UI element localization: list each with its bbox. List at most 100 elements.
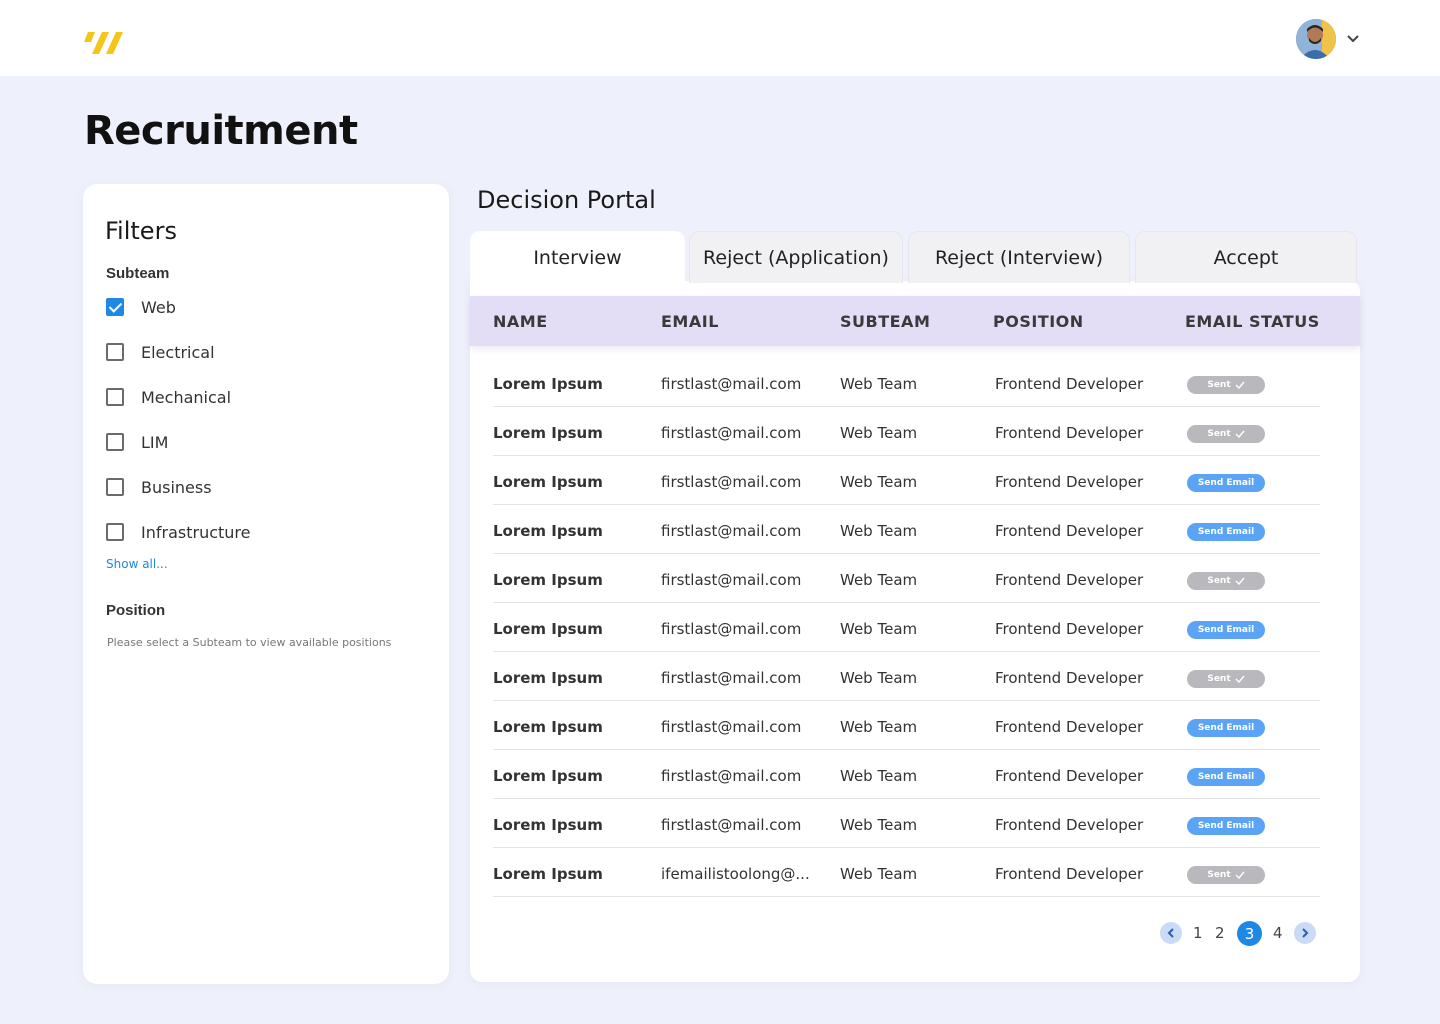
email-status-label: Sent (1207, 380, 1231, 390)
send-email-button[interactable]: Send Email (1187, 817, 1265, 835)
portal-title: Decision Portal (477, 186, 656, 214)
subteam-option-label: Electrical (141, 342, 215, 362)
subteam-heading: Subteam (106, 265, 170, 282)
table-row[interactable]: Lorem Ipsum firstlast@mail.com Web Team Fro… (493, 407, 1320, 456)
filters-title: Filters (105, 217, 177, 245)
subteam-option-electrical[interactable]: Electrical (106, 342, 215, 362)
cell-name: Lorem Ipsum (493, 767, 603, 785)
cell-name: Lorem Ipsum (493, 375, 603, 393)
email-status-label: Sent (1207, 576, 1231, 586)
cell-name: Lorem Ipsum (493, 865, 603, 883)
pagination-prev-button[interactable] (1160, 922, 1182, 944)
cell-email: firstlast@mail.com (661, 620, 802, 638)
subteam-option-lim[interactable]: LIM (106, 432, 168, 452)
table-row[interactable]: Lorem Ipsum firstlast@mail.com Web Team Fro… (493, 799, 1320, 848)
top-bar (0, 0, 1440, 76)
cell-name: Lorem Ipsum (493, 424, 603, 442)
cell-email: firstlast@mail.com (661, 669, 802, 687)
table-row[interactable]: Lorem Ipsum firstlast@mail.com Web Team Fro… (493, 750, 1320, 799)
cell-email: firstlast@mail.com (661, 816, 802, 834)
cell-subteam: Web Team (840, 865, 918, 883)
subteam-option-label: Infrastructure (141, 522, 251, 542)
checkmark-icon (1235, 430, 1245, 438)
checkmark-icon (1235, 381, 1245, 389)
cell-name: Lorem Ipsum (493, 522, 603, 540)
cell-name: Lorem Ipsum (493, 718, 603, 736)
email-sent-badge: Sent (1187, 425, 1265, 443)
table-row[interactable]: Lorem Ipsum firstlast@mail.com Web Team Fro… (493, 603, 1320, 652)
table-row[interactable]: Lorem Ipsum firstlast@mail.com Web Team Fro… (493, 358, 1320, 407)
email-sent-badge: Sent (1187, 376, 1265, 394)
tab-reject-interview[interactable]: Reject (Interview) (908, 231, 1130, 283)
cell-position: Frontend Developer (995, 865, 1144, 883)
position-heading: Position (106, 602, 166, 619)
table-row[interactable]: Lorem Ipsum firstlast@mail.com Web Team Fro… (493, 456, 1320, 505)
cell-position: Frontend Developer (995, 816, 1144, 834)
tab-accept[interactable]: Accept (1135, 231, 1357, 283)
pagination-page[interactable]: 4 (1273, 924, 1283, 942)
column-header-email[interactable]: EMAIL (661, 312, 719, 331)
email-status-label: Sent (1207, 870, 1231, 880)
cell-position: Frontend Developer (995, 473, 1144, 491)
column-header-position[interactable]: POSITION (993, 312, 1084, 331)
cell-position: Frontend Developer (995, 718, 1144, 736)
email-status-label: Send Email (1197, 821, 1255, 831)
tab-interview[interactable]: Interview (470, 231, 685, 283)
subteam-option-infrastructure[interactable]: Infrastructure (106, 522, 250, 542)
send-email-button[interactable]: Send Email (1187, 474, 1265, 492)
pagination-page[interactable]: 1 (1193, 924, 1203, 942)
cell-email: firstlast@mail.com (661, 767, 802, 785)
checkmark-icon (1235, 871, 1245, 879)
checkmark-icon (1235, 577, 1245, 585)
cell-position: Frontend Developer (995, 620, 1144, 638)
email-sent-badge: Sent (1187, 572, 1265, 590)
cell-email: firstlast@mail.com (661, 522, 802, 540)
cell-name: Lorem Ipsum (493, 669, 603, 687)
checkbox[interactable] (106, 478, 124, 496)
subteam-option-label: Business (141, 477, 212, 497)
email-status-label: Send Email (1197, 527, 1255, 537)
checkbox[interactable] (106, 433, 124, 451)
checkbox[interactable] (106, 343, 124, 361)
checkbox-checked[interactable] (106, 298, 124, 316)
filters-panel: Filters Subteam Web Electrical Mechanica… (83, 184, 449, 984)
table-row[interactable]: Lorem Ipsum ifemailistoolong@... Web Team F… (493, 848, 1320, 897)
table-row[interactable]: Lorem Ipsum firstlast@mail.com Web Team Fro… (493, 505, 1320, 554)
cell-email: firstlast@mail.com (661, 473, 802, 491)
show-all-link[interactable]: Show all... (106, 557, 168, 571)
pagination-page[interactable]: 2 (1215, 924, 1225, 942)
send-email-button[interactable]: Send Email (1187, 523, 1265, 541)
checkbox[interactable] (106, 388, 124, 406)
email-status-label: Send Email (1197, 478, 1255, 488)
cell-name: Lorem Ipsum (493, 571, 603, 589)
column-header-name[interactable]: NAME (493, 312, 548, 331)
cell-subteam: Web Team (840, 767, 918, 785)
subteam-option-business[interactable]: Business (106, 477, 212, 497)
email-sent-badge: Sent (1187, 866, 1265, 884)
email-status-label: Send Email (1197, 625, 1255, 635)
subteam-option-label: Web (141, 297, 176, 317)
cell-position: Frontend Developer (995, 767, 1144, 785)
send-email-button[interactable]: Send Email (1187, 719, 1265, 737)
cell-email: ifemailistoolong@... (661, 865, 810, 883)
column-header-subteam[interactable]: SUBTEAM (840, 312, 930, 331)
user-avatar[interactable] (1296, 19, 1336, 59)
brand-logo-icon[interactable] (82, 30, 126, 56)
chevron-down-icon[interactable] (1346, 34, 1360, 44)
send-email-button[interactable]: Send Email (1187, 768, 1265, 786)
checkbox[interactable] (106, 523, 124, 541)
send-email-button[interactable]: Send Email (1187, 621, 1265, 639)
table-row[interactable]: Lorem Ipsum firstlast@mail.com Web Team Fro… (493, 652, 1320, 701)
table-row[interactable]: Lorem Ipsum firstlast@mail.com Web Team Fro… (493, 701, 1320, 750)
cell-email: firstlast@mail.com (661, 375, 802, 393)
tab-reject-application[interactable]: Reject (Application) (689, 231, 903, 283)
cell-subteam: Web Team (840, 424, 918, 442)
table-row[interactable]: Lorem Ipsum firstlast@mail.com Web Team Fro… (493, 554, 1320, 603)
pagination-page-current[interactable]: 3 (1237, 921, 1262, 946)
cell-position: Frontend Developer (995, 522, 1144, 540)
pagination-next-button[interactable] (1294, 922, 1316, 944)
subteam-option-mechanical[interactable]: Mechanical (106, 387, 231, 407)
column-header-email-status[interactable]: EMAIL STATUS (1185, 312, 1320, 331)
subteam-option-web[interactable]: Web (106, 297, 176, 317)
table-header: NAME EMAIL SUBTEAM POSITION EMAIL STATUS (470, 296, 1360, 346)
